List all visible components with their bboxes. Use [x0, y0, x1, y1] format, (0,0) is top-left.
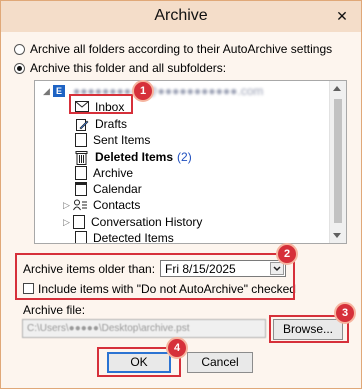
archive-all-label: Archive all folders according to their A… — [30, 42, 333, 56]
folder-icon — [75, 166, 87, 180]
archive-this-folder-option[interactable]: Archive this folder and all subfolders: — [14, 60, 226, 76]
archive-this-folder-label: Archive this folder and all subfolders: — [30, 61, 227, 75]
annotation-box-options — [15, 253, 295, 300]
expand-chevron-icon[interactable]: ▷ — [63, 217, 73, 228]
scroll-up-arrow-icon[interactable] — [333, 86, 341, 91]
tree-scrollbar[interactable] — [329, 81, 346, 243]
scroll-thumb[interactable] — [334, 99, 342, 223]
folder-icon — [73, 215, 85, 229]
archive-this-folder-radio[interactable] — [14, 62, 25, 74]
title-bar: Archive ✕ — [1, 1, 361, 32]
tree-item-label: Calendar — [93, 182, 142, 196]
tree-item-label: Conversation History — [91, 215, 203, 229]
tree-item-label: Deleted Items — [95, 150, 174, 164]
tree-item-sent-items[interactable]: Sent Items — [75, 132, 150, 148]
tree-item-deleted-items[interactable]: Deleted Items (2) — [75, 149, 192, 165]
close-button[interactable]: ✕ — [331, 7, 353, 25]
annotation-badge-1: 1 — [132, 80, 154, 102]
calendar-icon — [75, 182, 87, 196]
cancel-button[interactable]: Cancel — [187, 352, 253, 373]
dialog-title: Archive — [154, 7, 208, 24]
tree-item-label: Detected Items — [93, 231, 174, 244]
tree-item-conversation-history[interactable]: ▷ Conversation History — [63, 214, 202, 230]
contacts-icon — [73, 199, 87, 212]
outlook-account-icon: E — [53, 85, 65, 97]
tree-item-contacts[interactable]: ▷ Contacts — [63, 197, 140, 213]
trash-icon — [75, 150, 89, 165]
tree-item-drafts[interactable]: Drafts — [75, 116, 127, 132]
folder-icon — [75, 231, 87, 243]
tree-item-archive[interactable]: Archive — [75, 165, 133, 181]
archive-all-folders-option[interactable]: Archive all folders according to their A… — [14, 41, 332, 57]
folder-icon — [75, 133, 87, 147]
tree-item-label: Contacts — [93, 198, 141, 212]
expand-chevron-icon[interactable]: ▷ — [63, 200, 73, 211]
pencil-document-icon — [75, 118, 89, 131]
archive-file-label: Archive file: — [23, 303, 86, 317]
archive-file-path-input[interactable]: C:\Users\●●●●●\Desktop\archive.pst — [22, 319, 266, 338]
tree-item-label: Sent Items — [93, 133, 151, 147]
tree-item-calendar[interactable]: Calendar — [75, 181, 142, 197]
archive-all-radio[interactable] — [14, 43, 25, 55]
annotation-badge-3: 3 — [334, 302, 356, 324]
annotation-badge-2: 2 — [276, 243, 298, 265]
tree-item-label: Archive — [93, 166, 134, 180]
annotation-badge-4: 4 — [166, 337, 188, 359]
unread-count: (2) — [177, 150, 192, 164]
scroll-down-arrow-icon[interactable] — [333, 233, 341, 238]
collapse-chevron-icon[interactable]: ◢ — [43, 86, 53, 97]
annotation-box-inbox — [69, 94, 133, 114]
archive-dialog: Archive ✕ Archive all folders according … — [0, 0, 362, 389]
tree-item-detected-items[interactable]: Detected Items — [75, 230, 174, 244]
tree-item-label: Drafts — [95, 117, 128, 131]
